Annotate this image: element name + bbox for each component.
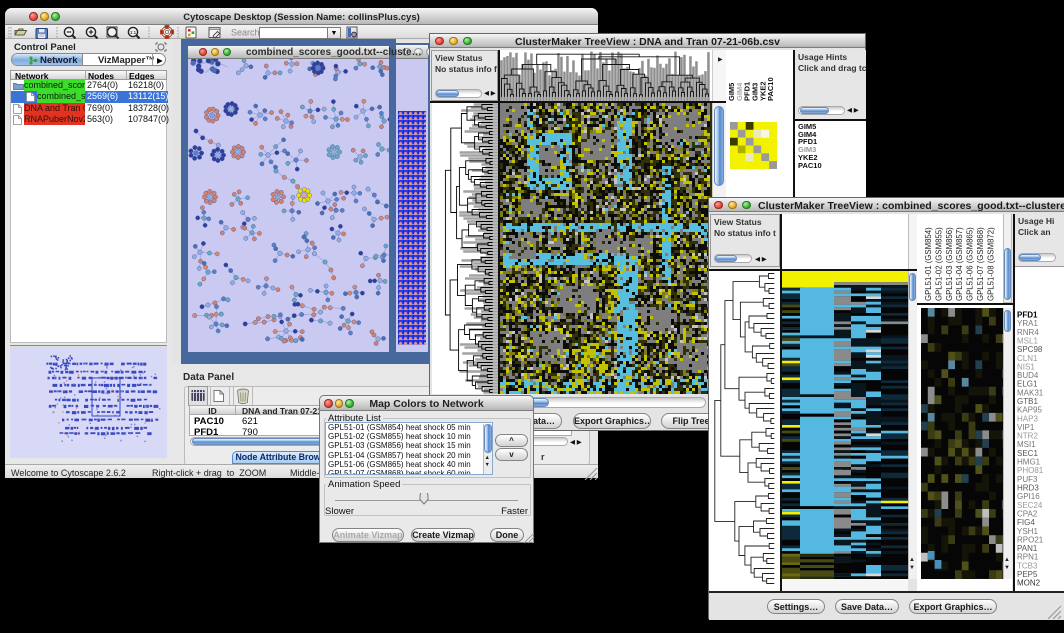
svg-text:YRA1: YRA1 [1017, 319, 1038, 328]
svg-text:Search:: Search: [231, 28, 262, 38]
svg-text:SEC1: SEC1 [1017, 449, 1038, 458]
svg-text:GPL51-04 (GSM857): GPL51-04 (GSM857) [955, 227, 964, 301]
svg-text:PAC10: PAC10 [766, 77, 775, 101]
svg-text:MON2: MON2 [1017, 579, 1041, 588]
svg-text:SEC24: SEC24 [1017, 501, 1043, 510]
svg-text:MSI1: MSI1 [1017, 440, 1036, 449]
svg-text:HAP3: HAP3 [1017, 414, 1038, 423]
svg-text:NIS1: NIS1 [1017, 362, 1035, 371]
svg-text:HRD3: HRD3 [1017, 484, 1039, 493]
svg-text:1:1: 1:1 [130, 30, 137, 35]
svg-text:GPL51-07 (GSM868): GPL51-07 (GSM868) [976, 227, 985, 301]
svg-text:PUF3: PUF3 [1017, 475, 1038, 484]
svg-text:GPL51-03 (GSM856): GPL51-03 (GSM856) [945, 227, 954, 301]
svg-text:PEP5: PEP5 [1017, 570, 1038, 579]
svg-text:GTB1: GTB1 [1017, 397, 1038, 406]
svg-text:GPL51-01 (GSM854): GPL51-01 (GSM854) [924, 227, 933, 301]
svg-text:ELG1: ELG1 [1017, 380, 1038, 389]
svg-text:RNR4: RNR4 [1017, 328, 1039, 337]
svg-text:GPL51-02 (GSM855): GPL51-02 (GSM855) [934, 227, 943, 301]
svg-text:FIG4: FIG4 [1017, 518, 1035, 527]
svg-text:RPN1: RPN1 [1017, 553, 1039, 562]
svg-text:GPL51-06 (GSM865): GPL51-06 (GSM865) [966, 227, 975, 301]
svg-text:SPC98: SPC98 [1017, 345, 1043, 354]
svg-text:GPL51-08 (GSM872): GPL51-08 (GSM872) [986, 227, 995, 301]
svg-text:RPO21: RPO21 [1017, 535, 1044, 544]
